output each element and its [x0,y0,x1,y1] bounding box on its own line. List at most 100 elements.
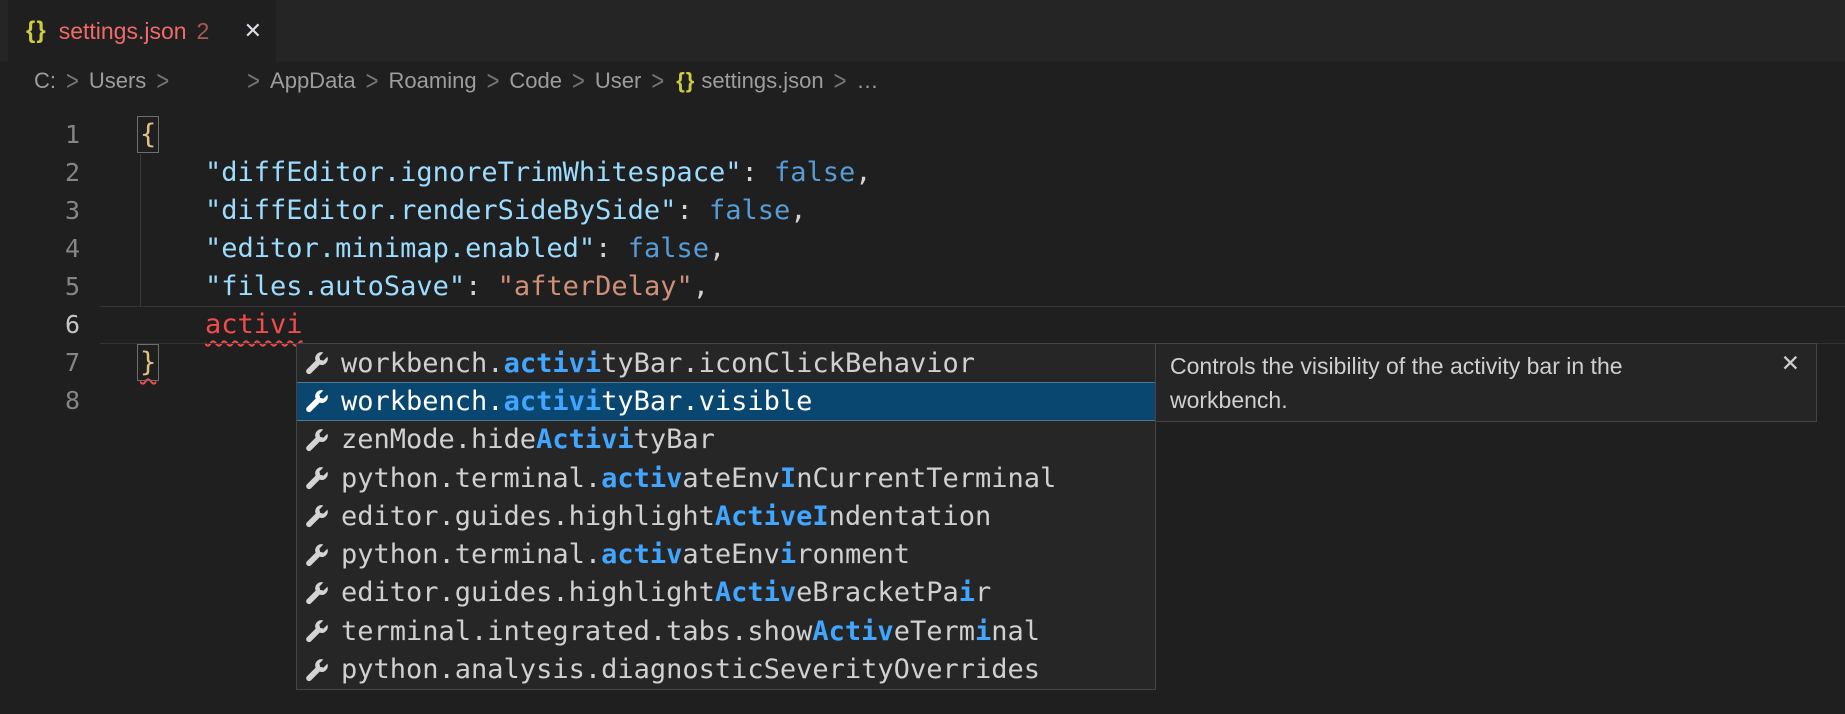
suggestion-label: workbench.activityBar.visible [341,386,812,417]
suggestion-documentation: Controls the visibility of the activity … [1170,349,1730,417]
breadcrumb-separator-icon: > [834,65,847,98]
code-token: , [855,157,871,188]
match-highlight: Activi [536,424,634,455]
code-token [140,271,205,302]
code-token: "files.autoSave" [205,271,465,302]
code-line[interactable]: 3 "diffEditor.renderSideBySide": false, [0,192,1845,230]
match-highlight: i [959,577,975,608]
code-token: , [693,271,709,302]
code-line[interactable]: 4 "editor.minimap.enabled": false, [0,230,1845,268]
suggestion-item[interactable]: editor.guides.highlightActiveBracketPair [297,574,1155,612]
label-text: eTerm [894,616,975,647]
label-text: nCurrentTerminal [796,463,1056,494]
code-token: activi [205,309,303,340]
suggestion-item[interactable]: zenMode.hideActivityBar [297,421,1155,459]
label-text: workbench. [341,348,504,379]
label-text: zenMode.hide [341,424,536,455]
json-braces-icon: {} [676,68,695,94]
match-highlight: i [780,539,796,570]
label-text: tyBar.visible [601,386,812,417]
label-text: workbench. [341,386,504,417]
line-content: "diffEditor.ignoreTrimWhitespace": false… [80,154,872,192]
code-token: } [140,347,156,378]
line-number: 4 [0,230,80,268]
breadcrumb-separator-icon: > [572,65,585,98]
code-token: "editor.minimap.enabled" [205,233,595,264]
wrench-icon [305,543,329,567]
code-token: , [790,195,806,226]
code-token: : [741,157,774,188]
code-token: "afterDelay" [498,271,693,302]
match-highlight: I [780,463,796,494]
label-text: r [975,577,991,608]
suggestion-item[interactable]: python.terminal.activateEnvInCurrentTerm… [297,459,1155,497]
code-token: false [709,195,790,226]
code-line[interactable]: 2 "diffEditor.ignoreTrimWhitespace": fal… [0,154,1845,192]
code-token: : [676,195,709,226]
breadcrumb-separator-icon: > [651,65,664,98]
code-token: , [709,233,725,264]
suggestion-label: editor.guides.highlightActiveBracketPair [341,577,991,608]
label-text: ronment [796,539,910,570]
suggestion-item[interactable]: python.analysis.diagnosticSeverityOverri… [297,650,1155,688]
code-token: false [774,157,855,188]
code-line[interactable]: 1{ [0,116,1845,154]
line-number: 8 [0,382,80,420]
breadcrumb: C:>Users>>AppData>Roaming>Code>User>{}se… [0,62,1845,100]
suggest-widget: workbench.activityBar.iconClickBehaviorw… [296,343,1156,690]
line-content: activi [80,306,303,344]
breadcrumb-separator-icon: > [247,65,260,98]
wrench-icon [305,389,329,413]
wrench-icon [305,581,329,605]
breadcrumb-item[interactable]: C: [34,68,56,94]
code-token: { [140,119,156,150]
label-text: python.analysis.diagnosticSeverityOverri… [341,654,1040,685]
suggestion-item[interactable]: workbench.activityBar.visible [297,382,1155,420]
breadcrumb-separator-icon: > [66,65,79,98]
wrench-icon [305,658,329,682]
label-text: terminal.integrated.tabs.show [341,616,812,647]
breadcrumb-item[interactable]: Users [89,68,146,94]
line-number: 1 [0,116,80,154]
line-number: 2 [0,154,80,192]
label-text: ateEnv [682,539,780,570]
tab-bar: {} settings.json 2 ✕ [0,0,1845,62]
match-highlight: ActiveI [715,501,829,532]
breadcrumb-item[interactable]: Code [509,68,562,94]
tab-settings-json[interactable]: {} settings.json 2 ✕ [8,0,276,62]
suggestion-label: python.terminal.activateEnvInCurrentTerm… [341,463,1056,494]
label-text: python.terminal. [341,539,601,570]
breadcrumb-item[interactable]: User [595,68,641,94]
suggestion-item[interactable]: terminal.integrated.tabs.showActiveTermi… [297,612,1155,650]
wrench-icon [305,619,329,643]
suggestion-item[interactable]: python.terminal.activateEnvironment [297,535,1155,573]
label-text: editor.guides.highlight [341,501,715,532]
breadcrumb-item[interactable]: Roaming [389,68,477,94]
breadcrumb-separator-icon: > [487,65,500,98]
close-icon[interactable]: ✕ [1781,350,1800,377]
label-text: tyBar [634,424,715,455]
breadcrumb-item[interactable]: … [856,68,878,94]
line-number: 5 [0,268,80,306]
json-braces-icon: {} [26,17,47,45]
line-number: 6 [0,306,80,344]
suggestion-label: terminal.integrated.tabs.showActiveTermi… [341,616,1040,647]
code-line[interactable]: 6 activi [0,306,1845,344]
code-line[interactable]: 5 "files.autoSave": "afterDelay", [0,268,1845,306]
current-line-highlight [100,306,1845,344]
line-content: } [80,344,156,382]
line-content [80,382,140,420]
match-highlight: activ [601,463,682,494]
suggestion-item[interactable]: workbench.activityBar.iconClickBehavior [297,344,1155,382]
breadcrumb-item[interactable]: AppData [270,68,356,94]
code-token: false [628,233,709,264]
tab-title: settings.json [59,18,187,45]
label-text: eBracketPa [796,577,959,608]
label-text: editor.guides.highlight [341,577,715,608]
code-token: : [465,271,498,302]
suggestion-item[interactable]: editor.guides.highlightActiveIndentation [297,497,1155,535]
breadcrumb-item[interactable]: settings.json [701,68,823,94]
suggestion-label: editor.guides.highlightActiveIndentation [341,501,991,532]
match-highlight: activi [504,386,602,417]
close-icon[interactable]: ✕ [244,18,262,44]
